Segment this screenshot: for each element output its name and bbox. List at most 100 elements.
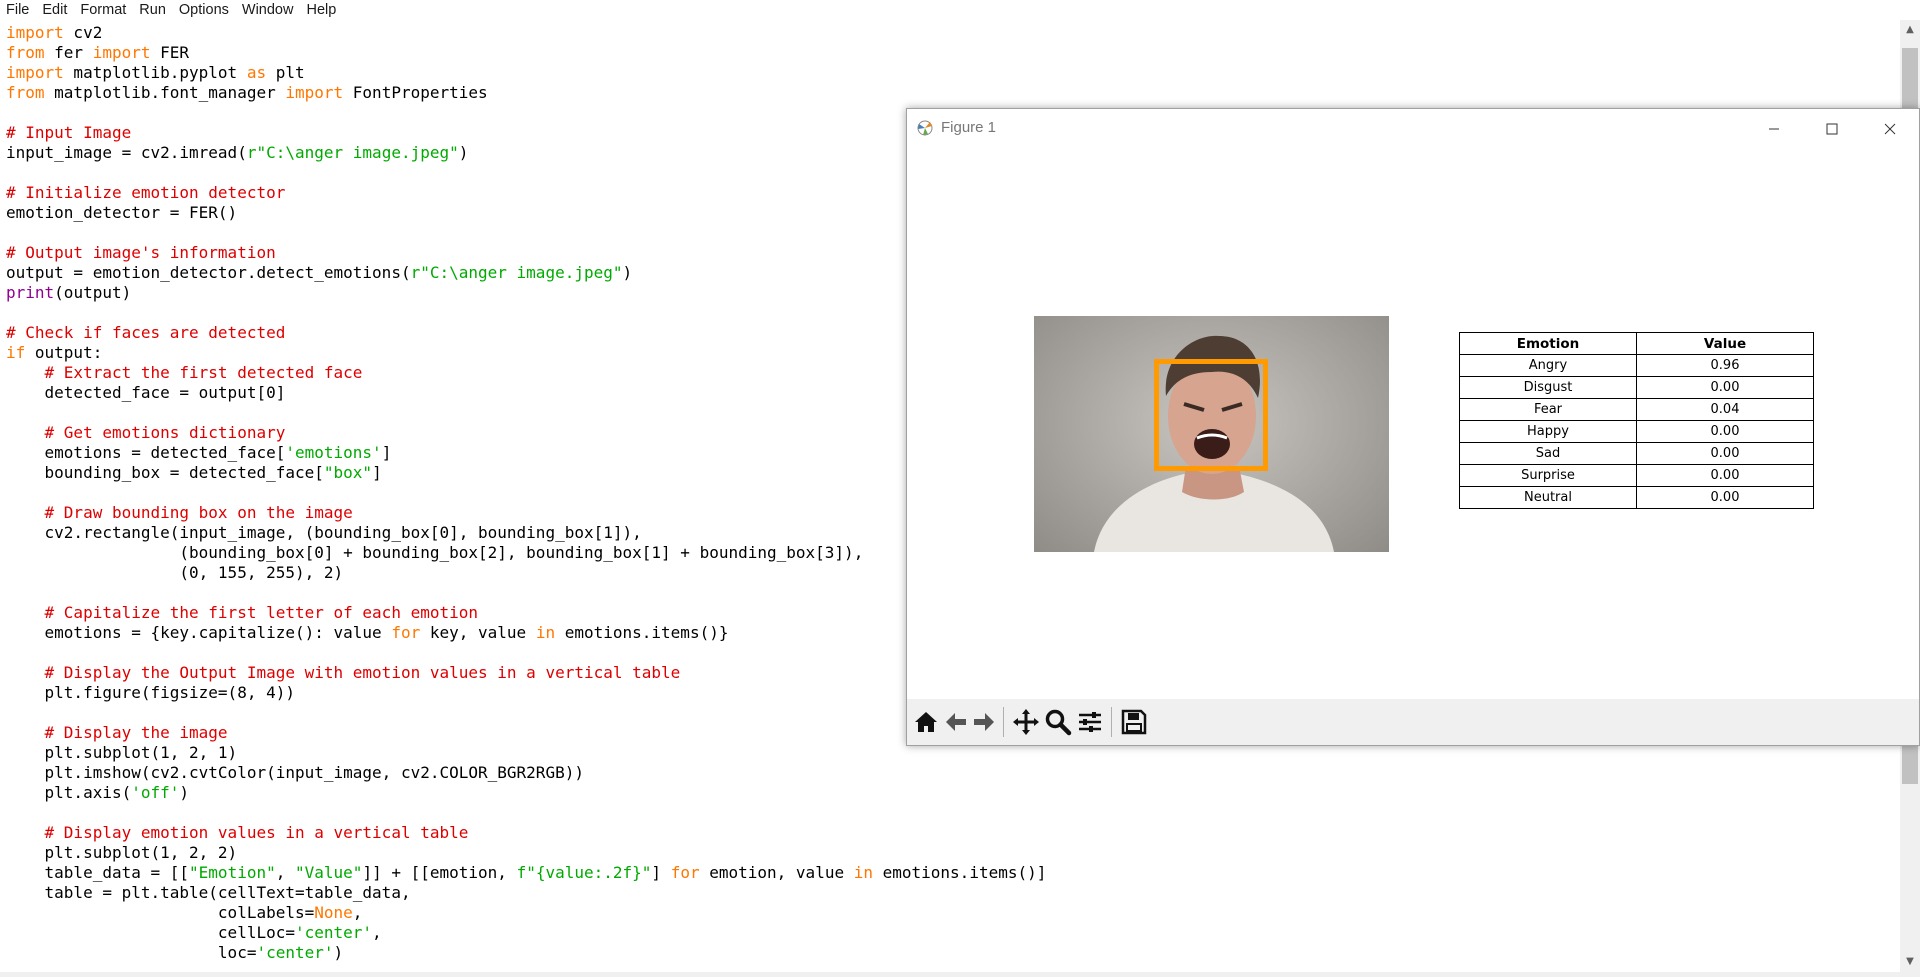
code-line[interactable]: plt.subplot(1, 2, 1) (6, 743, 1046, 763)
zoom-icon[interactable] (1043, 707, 1073, 737)
menu-edit[interactable]: Edit (35, 0, 73, 20)
code-token: plt.figure(figsize=(8, 4)) (6, 683, 295, 702)
scroll-down-icon[interactable]: ▼ (1900, 952, 1920, 972)
code-token: cellLoc= (6, 923, 295, 942)
code-token: (0, 155, 255), 2) (6, 563, 344, 582)
code-line[interactable]: plt.imshow(cv2.cvtColor(input_image, cv2… (6, 763, 1046, 783)
home-icon[interactable] (911, 707, 941, 737)
code-token: (bounding_box[0] + bounding_box[2], boun… (6, 543, 864, 562)
code-line[interactable] (6, 303, 1046, 323)
code-line[interactable]: from matplotlib.font_manager import Font… (6, 83, 1046, 103)
code-token: as (246, 63, 267, 82)
code-line[interactable]: # Draw bounding box on the image (6, 503, 1046, 523)
code-line[interactable]: (bounding_box[0] + bounding_box[2], boun… (6, 543, 1046, 563)
close-button[interactable] (1861, 109, 1919, 147)
code-line[interactable]: plt.figure(figsize=(8, 4)) (6, 683, 1046, 703)
code-token: # Capitalize the first letter of each em… (44, 603, 479, 622)
value-cell: 0.04 (1636, 398, 1814, 421)
code-line[interactable]: # Capitalize the first letter of each em… (6, 603, 1046, 623)
code-line[interactable]: input_image = cv2.imread(r"C:\anger imag… (6, 143, 1046, 163)
minimize-button[interactable] (1745, 109, 1803, 147)
table-row: Disgust 0.00 (1459, 376, 1814, 399)
code-line[interactable]: cellLoc='center', (6, 923, 1046, 943)
code-line[interactable]: # Extract the first detected face (6, 363, 1046, 383)
scroll-up-icon[interactable]: ▲ (1900, 20, 1920, 40)
code-line[interactable]: # Display the Output Image with emotion … (6, 663, 1046, 683)
menu-window[interactable]: Window (235, 0, 300, 20)
code-line[interactable]: plt.axis('off') (6, 783, 1046, 803)
close-icon (1884, 123, 1896, 134)
code-line[interactable]: bounding_box = detected_face["box"] (6, 463, 1046, 483)
code-token: emotions = {key.capitalize(): value (6, 623, 392, 642)
pan-icon[interactable] (1011, 707, 1041, 737)
code-token: cv2 (63, 23, 103, 42)
code-line[interactable] (6, 403, 1046, 423)
code-line[interactable] (6, 103, 1046, 123)
code-line[interactable]: if output: (6, 343, 1046, 363)
figure-canvas[interactable]: Emotion Value Angry 0.96 Disgust 0.00 Fe… (907, 147, 1919, 699)
save-icon[interactable] (1119, 707, 1149, 737)
code-token: ] (381, 443, 392, 462)
code-token: # Input Image (6, 123, 132, 142)
code-token: 'center' (256, 943, 334, 962)
code-token: colLabels= (6, 903, 315, 922)
code-line[interactable]: plt.subplot(1, 2, 2) (6, 843, 1046, 863)
back-icon[interactable] (941, 707, 971, 737)
code-line[interactable]: output = emotion_detector.detect_emotion… (6, 263, 1046, 283)
table-header-emotion: Emotion (1459, 332, 1637, 355)
menu-format[interactable]: Format (73, 0, 132, 20)
code-line[interactable] (6, 803, 1046, 823)
menu-file[interactable]: File (0, 0, 35, 20)
code-text[interactable]: import cv2 from fer import FER import matp… (6, 23, 1046, 963)
value-cell: 0.00 (1636, 486, 1814, 509)
figure-title-bar[interactable]: Figure 1 (907, 109, 1919, 147)
code-line[interactable]: # Get emotions dictionary (6, 423, 1046, 443)
code-token: , (352, 903, 363, 922)
forward-icon[interactable] (969, 707, 999, 737)
code-line[interactable]: # Check if faces are detected (6, 323, 1046, 343)
code-line[interactable]: cv2.rectangle(input_image, (bounding_box… (6, 523, 1046, 543)
menu-options[interactable]: Options (172, 0, 235, 20)
menu-help[interactable]: Help (299, 0, 342, 20)
maximize-button[interactable] (1803, 109, 1861, 147)
configure-subplots-icon[interactable] (1075, 707, 1105, 737)
code-line[interactable]: # Display emotion values in a vertical t… (6, 823, 1046, 843)
code-token: loc= (6, 943, 257, 962)
code-token: plt.subplot(1, 2, 1) (6, 743, 238, 762)
code-line[interactable] (6, 483, 1046, 503)
code-line[interactable]: # Initialize emotion detector (6, 183, 1046, 203)
code-line[interactable]: colLabels=None, (6, 903, 1046, 923)
code-line[interactable]: detected_face = output[0] (6, 383, 1046, 403)
code-line[interactable]: table = plt.table(cellText=table_data, (6, 883, 1046, 903)
code-line[interactable]: # Output image's information (6, 243, 1046, 263)
code-line[interactable] (6, 583, 1046, 603)
code-line[interactable] (6, 163, 1046, 183)
code-token: print (6, 283, 55, 302)
code-line[interactable]: table_data = [["Emotion", "Value"]] + [[… (6, 863, 1047, 883)
code-line[interactable]: from fer import FER (6, 43, 1046, 63)
code-line[interactable]: # Display the image (6, 723, 1046, 743)
menu-run[interactable]: Run (132, 0, 172, 20)
code-token: in (853, 863, 873, 882)
code-token: import (6, 63, 64, 82)
code-line[interactable]: (0, 155, 255), 2) (6, 563, 1046, 583)
code-line[interactable]: emotion_detector = FER() (6, 203, 1046, 223)
code-token: ) (622, 263, 633, 282)
code-line[interactable]: import matplotlib.pyplot as plt (6, 63, 1046, 83)
code-line[interactable]: import cv2 (6, 23, 1046, 43)
code-token: import (285, 83, 344, 102)
code-line[interactable] (6, 643, 1046, 663)
value-cell: 0.00 (1636, 376, 1814, 399)
figure-window: Figure 1 Emotion Value Angry 0.96 Disgus… (906, 108, 1920, 746)
code-line[interactable]: emotions = {key.capitalize(): value for … (6, 623, 1046, 643)
code-line[interactable]: loc='center') (6, 943, 1046, 963)
code-line[interactable] (6, 223, 1046, 243)
code-line[interactable]: print(output) (6, 283, 1046, 303)
code-line[interactable] (6, 703, 1046, 723)
code-line[interactable]: emotions = detected_face['emotions'] (6, 443, 1046, 463)
code-token: # Extract the first detected face (44, 363, 363, 382)
code-token: r"C:\anger image.jpeg" (246, 143, 459, 162)
code-line[interactable]: # Input Image (6, 123, 1046, 143)
